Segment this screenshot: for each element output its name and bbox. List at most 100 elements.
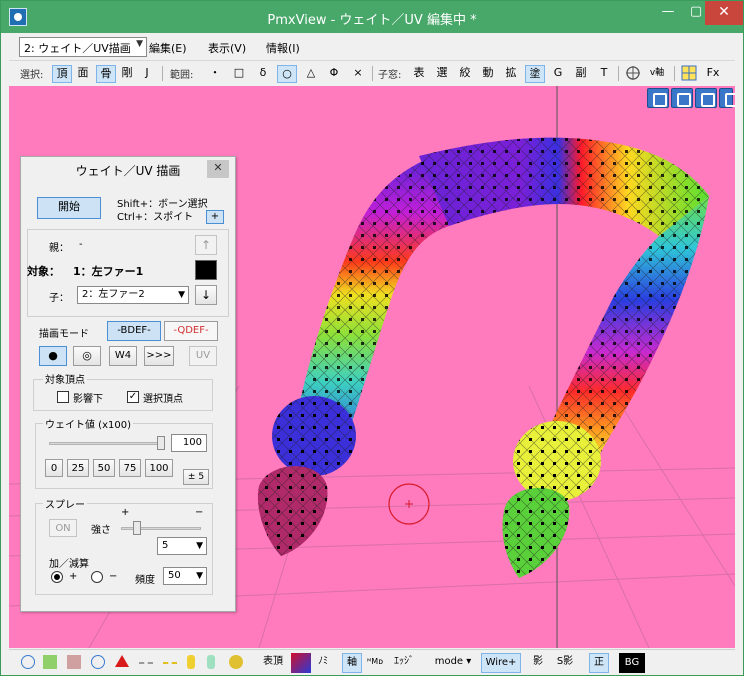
brush-ring-button[interactable]: ◎	[73, 346, 101, 366]
minimize-button[interactable]: —	[654, 1, 682, 25]
self-shadow-button[interactable]: S影	[553, 653, 577, 673]
select-face-button[interactable]: 面	[75, 65, 91, 83]
select-bone-button[interactable]: 骨	[96, 65, 116, 83]
vertex-icon[interactable]	[21, 655, 35, 669]
freq-value: 50	[168, 570, 181, 581]
menu-info[interactable]: 情報(I)	[266, 40, 300, 56]
surface-vertex-button[interactable]: 表頂	[259, 653, 287, 673]
toolbar-divider	[372, 66, 373, 81]
weight-slider-thumb[interactable]	[157, 436, 165, 450]
up-arrow-button[interactable]: ↑	[195, 235, 217, 255]
child-select-button[interactable]: 選	[434, 65, 450, 83]
dash-icon[interactable]	[163, 662, 177, 664]
down-arrow-button[interactable]: ↓	[195, 285, 217, 305]
mdo-icon[interactable]: ᴹMᴅ	[365, 653, 385, 673]
toolbar-divider	[674, 66, 675, 81]
menu-bar: 2: ウェイト／UV描画 ▼ 編集(E) 表示(V) 情報(I)	[9, 35, 735, 59]
bdef-button[interactable]: -BDEF-	[107, 321, 161, 341]
target-color-swatch[interactable]	[195, 260, 217, 280]
menu-view[interactable]: 表示(V)	[208, 40, 246, 56]
range-point-button[interactable]: ・	[207, 65, 223, 83]
color-icon[interactable]	[291, 653, 311, 673]
toolbar-divider	[162, 66, 163, 81]
normal-button[interactable]: ﾉﾐ	[314, 653, 332, 673]
edge-button[interactable]: ｴｯｼﾞ	[389, 653, 419, 673]
reset-view-icon[interactable]	[719, 88, 735, 108]
axis-button[interactable]: 軸	[342, 653, 362, 673]
wire-plus-button[interactable]: Wire+	[481, 653, 521, 673]
zoom-view-icon[interactable]	[695, 88, 717, 108]
shadow-button[interactable]: 影	[529, 653, 547, 673]
rotate-view-icon[interactable]	[647, 88, 669, 108]
panel-close-button[interactable]: ✕	[207, 160, 229, 178]
child-t-button[interactable]: T	[596, 65, 612, 83]
child-sub-button[interactable]: 副	[573, 65, 589, 83]
capsule-icon[interactable]	[187, 655, 195, 669]
child-bone-select[interactable]: 2：左ファー2 ▼	[77, 286, 189, 304]
plus-minus-5-button[interactable]: ± 5	[183, 469, 209, 485]
spray-minus-label: −	[195, 507, 204, 518]
uv-button[interactable]: UV	[189, 346, 217, 366]
face-icon[interactable]	[43, 655, 57, 669]
ortho-button[interactable]: 正	[589, 653, 609, 673]
add-button[interactable]: +	[206, 210, 224, 224]
influence-checkbox[interactable]	[57, 391, 69, 403]
ctrl-hint: Ctrl+：スポイト	[117, 212, 194, 223]
strength-select[interactable]: 5 ▼	[157, 537, 207, 555]
brush-solid-button[interactable]: ●	[39, 346, 67, 366]
fx-button[interactable]: Fx	[703, 65, 723, 83]
selected-vertex-checkbox[interactable]: ✓	[127, 391, 139, 403]
grid-icon[interactable]	[680, 65, 698, 83]
range-rect-button[interactable]: □	[231, 65, 247, 83]
range-cross-button[interactable]: ×	[350, 65, 366, 83]
parent-label: 親：	[49, 243, 69, 254]
start-button[interactable]: 開始	[37, 197, 101, 219]
range-triangle-button[interactable]: △	[303, 65, 319, 83]
preset-25-button[interactable]: 25	[67, 459, 89, 477]
add-radio[interactable]	[51, 571, 63, 583]
triangle-icon[interactable]	[115, 655, 129, 667]
chevron-down-icon: ▼	[136, 39, 143, 49]
strength-slider-thumb[interactable]	[133, 521, 141, 535]
move-view-icon[interactable]	[671, 88, 693, 108]
child-group-button[interactable]: G	[550, 65, 566, 83]
preset-50-button[interactable]: 50	[93, 459, 115, 477]
menu-edit[interactable]: 編集(E)	[149, 40, 187, 56]
select-joint-button[interactable]: J	[140, 65, 154, 83]
select-vertex-button[interactable]: 頂	[52, 65, 72, 83]
range-circle-button[interactable]: ○	[277, 65, 297, 83]
child-filter-button[interactable]: 絞	[457, 65, 473, 83]
bone-icon[interactable]	[67, 655, 81, 669]
preset-100-button[interactable]: 100	[145, 459, 173, 477]
spray-on-button[interactable]: ON	[49, 519, 77, 537]
crosshair-icon[interactable]	[624, 65, 642, 83]
weight-input[interactable]: 100	[171, 434, 207, 452]
v-axis-button[interactable]: v軸	[646, 65, 668, 83]
line-icon[interactable]	[139, 662, 153, 664]
sub-radio[interactable]	[91, 571, 103, 583]
child-move-button[interactable]: 動	[480, 65, 496, 83]
mode-select[interactable]: 2: ウェイト／UV描画 ▼	[19, 37, 147, 57]
window-title: PmxView - ウェイト／UV 編集中 *	[267, 13, 477, 28]
bg-button[interactable]: BG	[619, 653, 645, 673]
range-phi-button[interactable]: Φ	[326, 65, 342, 83]
select-rigid-button[interactable]: 剛	[119, 65, 135, 83]
child-scale-button[interactable]: 拡	[503, 65, 519, 83]
mode-dropdown[interactable]: mode ▾	[429, 653, 477, 673]
close-button[interactable]: ✕	[705, 1, 743, 25]
child-table-button[interactable]: 表	[411, 65, 427, 83]
qdef-button[interactable]: -QDEF-	[164, 321, 218, 341]
range-delta-button[interactable]: δ	[255, 65, 271, 83]
morph-icon[interactable]	[229, 655, 243, 669]
freq-select[interactable]: 50 ▼	[163, 567, 207, 585]
preset-0-button[interactable]: 0	[45, 459, 63, 477]
w4-button[interactable]: W4	[109, 346, 137, 366]
toolbar-divider	[618, 66, 619, 81]
child-label: 子：	[49, 293, 69, 304]
child-paint-button[interactable]: 塗	[525, 65, 545, 83]
rigid-icon[interactable]	[91, 655, 105, 669]
preset-75-button[interactable]: 75	[119, 459, 141, 477]
capsule-green-icon[interactable]	[207, 655, 215, 669]
spread-button[interactable]: >>>	[144, 346, 174, 366]
selected-vertex-label: 選択頂点	[143, 394, 183, 405]
